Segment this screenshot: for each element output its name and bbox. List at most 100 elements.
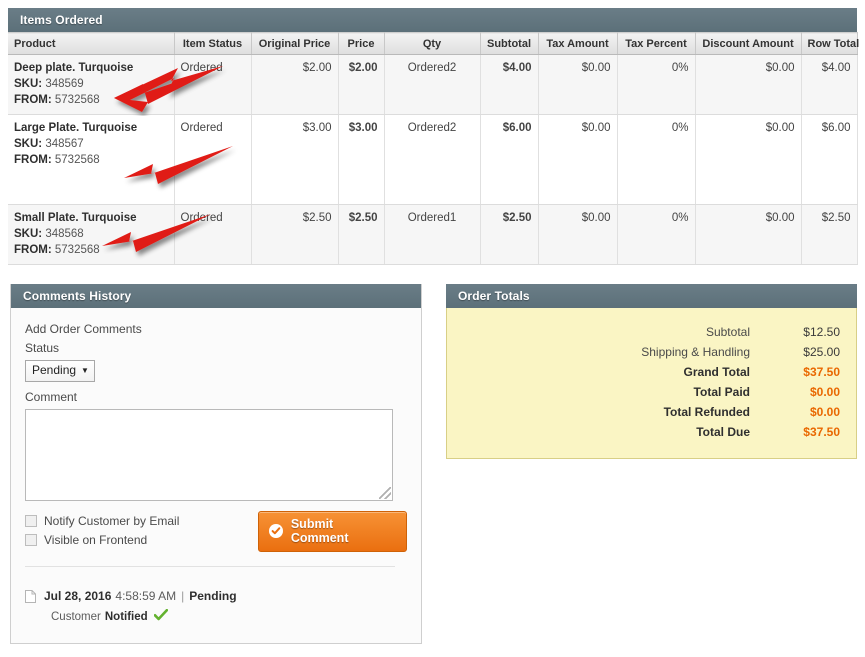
product-from: FROM: 5732568: [14, 243, 168, 258]
cell-price: $3.00: [338, 114, 385, 205]
column-header-tax-percent[interactable]: Tax Percent: [617, 32, 696, 55]
add-order-comments-label: Add Order Comments: [25, 322, 142, 336]
cell-row-total: $6.00: [801, 114, 858, 205]
visible-frontend-checkbox[interactable]: [25, 533, 37, 546]
column-header-row-total[interactable]: Row Total: [801, 32, 859, 55]
resize-grip-icon[interactable]: [379, 487, 391, 499]
cell-product: Large Plate. Turquoise SKU: 348567 FROM:…: [8, 114, 175, 205]
cell-tax-amount: $0.00: [538, 54, 618, 115]
qty-label: Ordered: [407, 62, 450, 74]
history-notified-strong: Notified: [104, 610, 148, 623]
notify-customer-checkbox[interactable]: [25, 514, 37, 527]
totals-value: $0.00: [809, 385, 840, 399]
cell-subtotal: $6.00: [480, 114, 539, 205]
totals-value: $0.00: [809, 405, 840, 419]
totals-row: Shipping & Handling $25.00: [463, 342, 840, 362]
column-header-price[interactable]: Price: [338, 32, 385, 55]
cell-subtotal: $4.00: [480, 54, 539, 115]
column-header-discount-amount[interactable]: Discount Amount: [695, 32, 802, 55]
submit-comment-button[interactable]: Submit Comment: [258, 511, 407, 552]
sku-value: 348569: [45, 78, 84, 90]
from-label: FROM:: [14, 154, 52, 166]
visible-frontend-label: Visible on Frontend: [44, 532, 148, 547]
column-header-item-status[interactable]: Item Status: [174, 32, 252, 55]
totals-row: Total Due $37.50: [463, 422, 840, 442]
cell-tax-percent: 0%: [617, 54, 696, 115]
comment-history-list: Jul 28, 2016 4:58:59 AM | Pending Custom…: [25, 589, 407, 624]
from-value: 5732568: [54, 154, 100, 166]
sku-label: SKU:: [14, 228, 43, 240]
product-sku: SKU: 348569: [14, 77, 168, 92]
sku-label: SKU:: [14, 78, 43, 90]
product-sku: SKU: 348567: [14, 137, 168, 152]
qty-value: 1: [449, 212, 457, 224]
order-totals-panel: Order Totals Subtotal $12.50 Shipping & …: [446, 284, 857, 459]
cell-tax-percent: 0%: [617, 114, 696, 205]
items-ordered-table: Product Item Status Original Price Price…: [8, 32, 859, 265]
qty-value: 2: [449, 122, 457, 134]
green-check-icon: [153, 608, 168, 624]
qty-value: 2: [449, 62, 457, 74]
totals-label: Total Due: [696, 425, 750, 439]
column-header-product[interactable]: Product: [8, 32, 175, 55]
comment-label: Comment: [25, 390, 78, 404]
status-select-value: Pending: [32, 363, 77, 377]
product-name: Small Plate. Turquoise: [14, 212, 137, 224]
totals-row: Grand Total $37.50: [463, 362, 840, 382]
note-icon: [25, 589, 36, 603]
status-label: Status: [25, 341, 60, 355]
column-header-subtotal[interactable]: Subtotal: [480, 32, 539, 55]
column-header-original-price[interactable]: Original Price: [251, 32, 339, 55]
from-label: FROM:: [14, 94, 52, 106]
items-ordered-panel: Items Ordered Product Item Status Origin…: [8, 8, 859, 265]
cell-original-price: $3.00: [251, 114, 339, 205]
chevron-down-icon: ▼: [81, 366, 89, 375]
cell-row-total: $4.00: [801, 54, 858, 115]
totals-label: Subtotal: [705, 325, 750, 339]
list-item: Jul 28, 2016 4:58:59 AM | Pending: [25, 589, 407, 603]
product-sku: SKU: 348568: [14, 227, 168, 242]
comment-textarea[interactable]: [25, 409, 393, 501]
totals-row: Total Refunded $0.00: [463, 402, 840, 422]
cell-row-total: $2.50: [801, 204, 858, 265]
totals-label: Total Paid: [693, 385, 750, 399]
column-header-tax-amount[interactable]: Tax Amount: [538, 32, 618, 55]
cell-item-status: Ordered: [174, 204, 252, 265]
qty-label: Ordered: [407, 212, 450, 224]
table-row: Large Plate. Turquoise SKU: 348567 FROM:…: [8, 114, 858, 205]
column-header-qty[interactable]: Qty: [384, 32, 481, 55]
qty-label: Ordered: [407, 122, 450, 134]
cell-item-status: Ordered: [174, 54, 252, 115]
table-row: Deep plate. Turquoise SKU: 348569 FROM: …: [8, 54, 858, 115]
cell-tax-amount: $0.00: [538, 204, 618, 265]
totals-value: $37.50: [803, 425, 840, 439]
history-date: Jul 28, 2016: [44, 589, 112, 603]
sku-value: 348568: [45, 228, 84, 240]
visible-frontend-checkbox-row[interactable]: Visible on Frontend: [25, 530, 250, 549]
table-header-row: Product Item Status Original Price Price…: [8, 32, 859, 55]
cell-subtotal: $2.50: [480, 204, 539, 265]
cell-product: Small Plate. Turquoise SKU: 348568 FROM:…: [8, 204, 175, 265]
comments-history-panel: Comments History Add Order Comments Stat…: [10, 284, 422, 644]
cell-tax-percent: 0%: [617, 204, 696, 265]
product-name: Deep plate. Turquoise: [14, 62, 134, 74]
totals-row: Total Paid $0.00: [463, 382, 840, 402]
cell-product: Deep plate. Turquoise SKU: 348569 FROM: …: [8, 54, 175, 115]
history-separator: |: [181, 589, 185, 603]
product-from: FROM: 5732568: [14, 153, 168, 168]
table-row: Small Plate. Turquoise SKU: 348568 FROM:…: [8, 204, 858, 265]
from-label: FROM:: [14, 244, 52, 256]
totals-value: $12.50: [803, 325, 840, 339]
cell-price: $2.50: [338, 204, 385, 265]
cell-original-price: $2.00: [251, 54, 339, 115]
status-select[interactable]: Pending ▼: [25, 360, 95, 382]
notify-customer-checkbox-row[interactable]: Notify Customer by Email: [25, 511, 250, 530]
cell-qty: Ordered1: [384, 204, 481, 265]
product-from: FROM: 5732568: [14, 93, 168, 108]
cell-discount-amount: $0.00: [695, 114, 802, 205]
comments-history-title: Comments History: [11, 284, 421, 308]
history-notified-prefix: Customer: [51, 610, 101, 623]
totals-value: $37.50: [803, 365, 840, 379]
sku-value: 348567: [45, 138, 84, 150]
cell-item-status: Ordered: [174, 114, 252, 205]
